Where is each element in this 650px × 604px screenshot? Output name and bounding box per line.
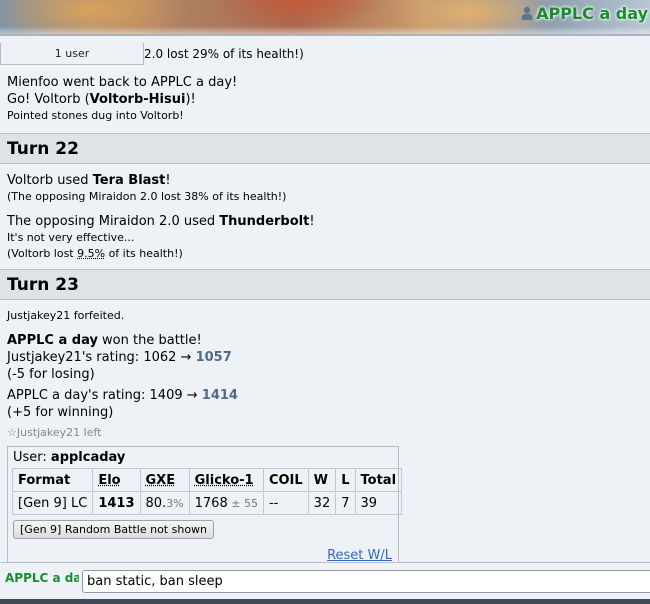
turn-23-header: Turn 23 <box>0 269 650 300</box>
log-line-damage-miraidon: (The opposing Miraidon 2.0 lost 38% of i… <box>7 190 287 203</box>
col-total: Total <box>354 468 403 492</box>
cell-elo: 1413 <box>92 491 141 515</box>
user-stats-box: User: applcaday Format Elo GXE Glicko-1 … <box>7 446 403 562</box>
user-icon <box>521 6 533 20</box>
users-count-button[interactable]: 1 user <box>0 43 144 65</box>
cell-format: [Gen 9] LC <box>11 491 94 515</box>
log-line-move-tera-blast: Voltorb used Tera Blast! <box>7 173 171 188</box>
cell-coil: -- <box>262 491 309 515</box>
username: APPLC a day <box>536 3 648 23</box>
reset-wl-link[interactable]: Reset W/L <box>327 548 392 562</box>
log-line-effectiveness: It's not very effective... <box>7 231 135 244</box>
random-battle-not-shown-button[interactable]: [Gen 9] Random Battle not shown <box>13 520 215 539</box>
col-elo: Elo <box>92 468 141 492</box>
cell-w: 32 <box>307 491 337 515</box>
col-gxe: GXE <box>139 468 190 492</box>
chat-input[interactable] <box>82 570 650 593</box>
stats-username: applcaday <box>50 450 126 465</box>
cell-gxe: 80.3% <box>139 491 190 515</box>
log-line-damage-voltorb: (Voltorb lost 9.5% of its health!) <box>7 247 183 260</box>
log-line-winner-rating: APPLC a day's rating: 1409 → 1414 <box>7 388 238 403</box>
cell-total: 39 <box>354 491 403 515</box>
col-w: W <box>307 468 337 492</box>
user-menu[interactable]: APPLC a day <box>521 3 648 23</box>
log-line-move-thunderbolt: The opposing Miraidon 2.0 used Thunderbo… <box>7 214 315 229</box>
bottom-strip <box>0 599 650 604</box>
log-line-forfeit: Justjakey21 forfeited. <box>7 309 125 322</box>
log-line-hazard: Pointed stones dug into Voltorb! <box>7 109 184 122</box>
banner-stripe <box>0 26 650 34</box>
battle-log: 2.0 lost 29% of its health!) Mienfoo wen… <box>0 42 650 562</box>
log-line-winner-change: (+5 for winning) <box>7 405 114 420</box>
log-line-user-left: ☆Justjakey21 left <box>7 426 102 439</box>
user-stats-header: User: applcaday <box>13 450 126 465</box>
col-coil: COIL <box>262 468 309 492</box>
table-row: [Gen 9] LC 1413 80.3% 1768 ± 55 -- 32 7 … <box>11 491 403 515</box>
chat-username-label: APPLC a day <box>5 571 79 585</box>
stats-header-row: Format Elo GXE Glicko-1 COIL W L Total <box>11 468 403 492</box>
cell-l: 7 <box>335 491 356 515</box>
col-l: L <box>335 468 356 492</box>
battle-banner: APPLC a day <box>0 0 650 36</box>
cell-glicko: 1768 ± 55 <box>188 491 264 515</box>
chat-bar: APPLC a day <box>0 562 650 604</box>
col-format: Format <box>11 468 94 492</box>
col-glicko: Glicko-1 <box>188 468 264 492</box>
turn-22-header: Turn 22 <box>0 133 650 164</box>
log-line-switch-in: Go! Voltorb (Voltorb-Hisui)! <box>7 92 196 107</box>
stats-table: Format Elo GXE Glicko-1 COIL W L Total [… <box>11 468 403 515</box>
log-line-winner: APPLC a day won the battle! <box>7 333 202 348</box>
log-line-switch-out: Mienfoo went back to APPLC a day! <box>7 75 238 90</box>
log-line-loser-change: (-5 for losing) <box>7 367 95 382</box>
log-line-loser-rating: Justjakey21's rating: 1062 → 1057 <box>7 350 232 365</box>
